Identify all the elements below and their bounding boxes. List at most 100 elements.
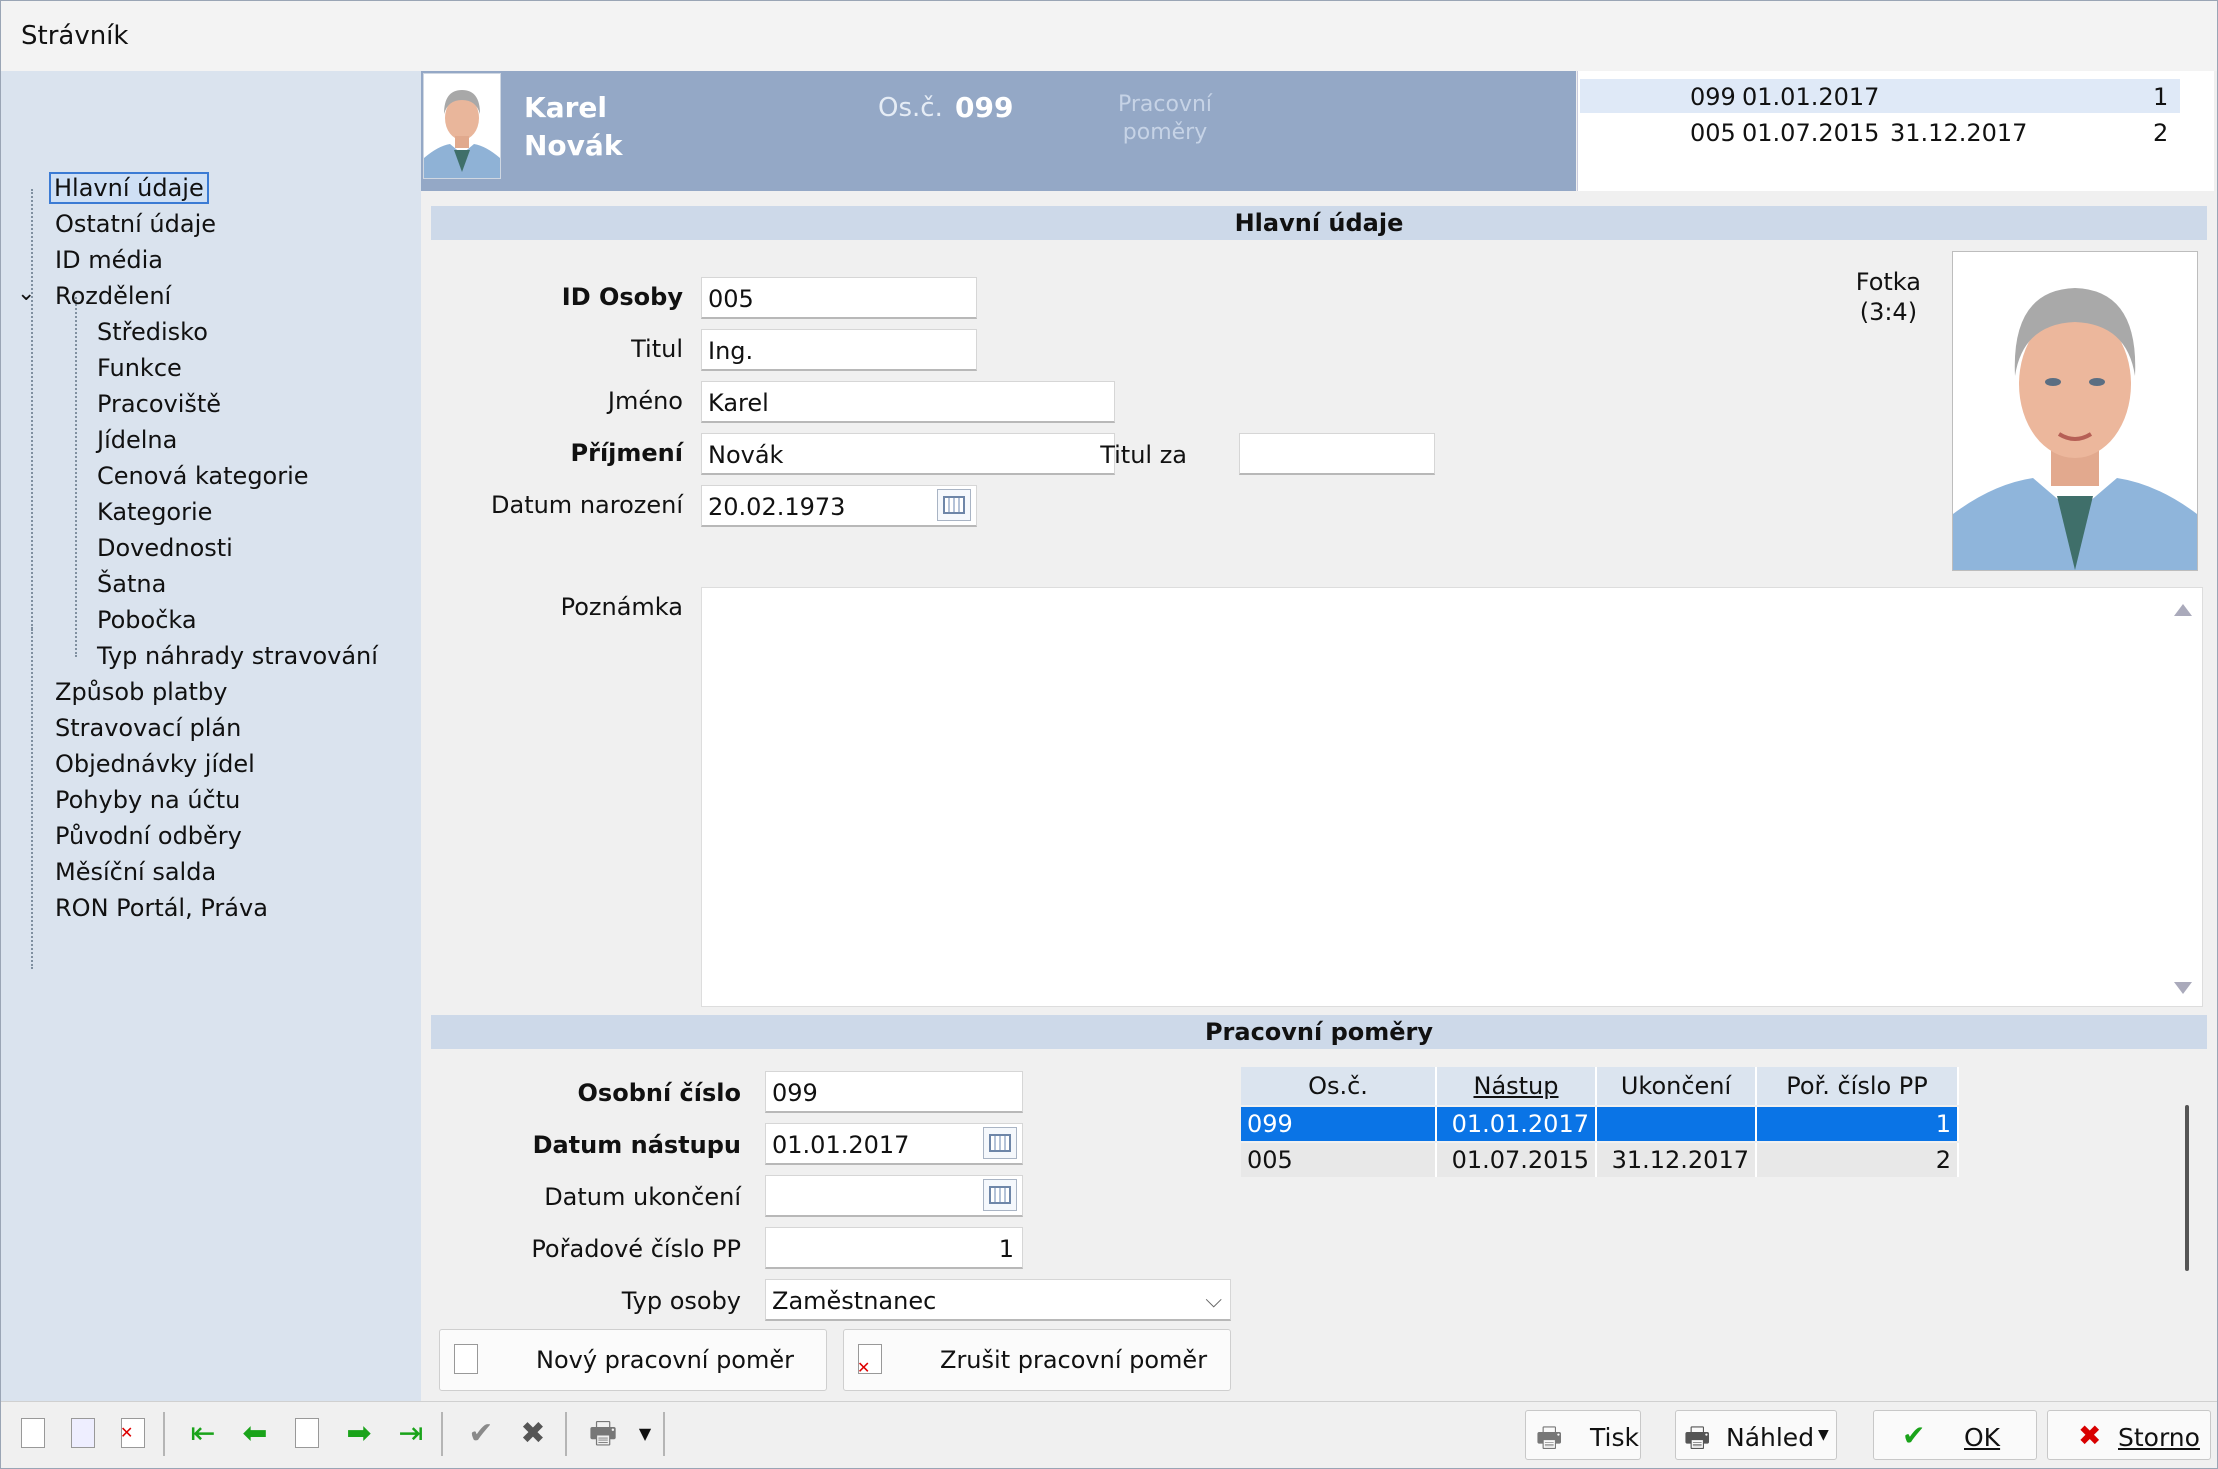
tree-item-id-media[interactable]: ID média [55,243,163,277]
calendar-icon[interactable] [983,1127,1017,1159]
list-item[interactable]: 099 01.01.2017 1 [1580,79,2180,113]
print-dropdown-icon[interactable]: ▼ [627,1416,663,1452]
order-input[interactable]: 1 [765,1227,1023,1269]
printer-icon[interactable]: 🖶 [585,1416,621,1452]
print-button[interactable]: 🖶 Tisk [1525,1410,1641,1460]
cancel-button[interactable]: ✖ Storno [2047,1410,2211,1460]
tree-item-dovednosti[interactable]: Dovednosti [97,531,233,565]
tree-item-zpusob-platby[interactable]: Způsob platby [55,675,227,709]
table-row[interactable]: 099 01.01.2017 1 [1241,1107,1959,1141]
lastname-label: Příjmení [570,439,683,467]
print-label: Tisk [1590,1423,1639,1452]
list-cell: 1 [2153,83,2169,111]
tree-line [31,629,33,969]
tree-line [75,297,77,657]
title-input[interactable]: Ing. [701,329,977,371]
avatar [423,73,501,179]
scroll-up-icon[interactable] [2174,604,2192,616]
table-cell: 2 [1757,1143,1959,1177]
tree-item-pohyby-na-uctu[interactable]: Pohyby na účtu [55,783,240,817]
window-title: Strávník [21,21,129,51]
column-header-os[interactable]: Os.č. [1241,1067,1437,1105]
section-header-employment: Pracovní poměry [431,1015,2207,1049]
find-record-icon[interactable] [289,1416,325,1452]
tree-item-funkce[interactable]: Funkce [97,351,182,385]
table-scrollbar[interactable] [2185,1105,2189,1271]
cancel-employment-button[interactable]: Zrušit pracovní poměr [843,1329,1231,1391]
toolbar-separator [441,1412,443,1456]
new-record-icon[interactable] [15,1416,51,1452]
ok-button[interactable]: ✔ OK [1873,1410,2037,1460]
table-row[interactable]: 005 01.07.2015 31.12.2017 2 [1241,1143,1959,1177]
tree-item-pracoviste[interactable]: Pracoviště [97,387,221,421]
person-type-select[interactable]: Zaměstnanec ⌵ [765,1279,1231,1321]
tree-item-rozdeleni[interactable]: Rozdělení [55,279,171,313]
previous-record-icon[interactable]: ⬅ [237,1416,273,1452]
column-header-end[interactable]: Ukončení [1597,1067,1757,1105]
confirm-record-icon[interactable]: ✔ [463,1416,499,1452]
employment-label: Pracovní poměry [1118,91,1212,147]
birthdate-label: Datum narození [491,491,683,519]
table-cell: 31.12.2017 [1597,1143,1757,1177]
id-input[interactable]: 005 [701,277,977,319]
tree-item-ron-portal[interactable]: RON Portál, Práva [55,891,268,925]
next-record-icon[interactable]: ➡ [341,1416,377,1452]
preview-button[interactable]: 🖶 Náhled ▼ [1675,1410,1837,1460]
firstname-input[interactable]: Karel [701,381,1115,423]
start-date-label: Datum nástupu [532,1131,741,1159]
new-employment-label: Nový pracovní poměr [536,1346,794,1374]
tree-item-stravovaci-plan[interactable]: Stravovací plán [55,711,241,745]
scroll-down-icon[interactable] [2174,982,2192,994]
title-after-label: Titul za [1100,441,1187,469]
delete-record-icon[interactable] [115,1415,151,1452]
printer-icon: 🖶 [1536,1421,1563,1454]
tree-item-kategorie[interactable]: Kategorie [97,495,212,529]
column-header-start[interactable]: Nástup [1437,1067,1597,1105]
list-cell: 01.07.2015 [1742,119,1880,147]
section-header-main: Hlavní údaje [431,206,2207,240]
person-type-value: Zaměstnanec [772,1287,937,1315]
new-employment-button[interactable]: Nový pracovní poměr [439,1329,827,1391]
toolbar-separator [163,1412,165,1456]
tree-item-jidelna[interactable]: Jídelna [97,423,177,457]
application-window: Strávník ⌄ Hlavní údaje Ostatní údaje ID… [0,0,2218,1469]
os-number-input[interactable]: 099 [765,1071,1023,1113]
tree-item-mesicni-salda[interactable]: Měsíční salda [55,855,216,889]
list-item[interactable]: 005 01.07.2015 31.12.2017 2 [1580,115,2180,149]
tree-item-puvodni-odbery[interactable]: Původní odběry [55,819,242,853]
calendar-icon[interactable] [983,1179,1017,1211]
note-textarea[interactable] [701,587,2203,1007]
tree-item-ostatni-udaje[interactable]: Ostatní údaje [55,207,216,241]
table-cell: 099 [1241,1107,1437,1141]
person-header: Karel Novák Os.č. 099 Pracovní poměry [421,71,1576,191]
chevron-down-icon[interactable]: ⌵ [1205,1280,1222,1322]
tree-item-cenova-kategorie[interactable]: Cenová kategorie [97,459,309,493]
tree-item-pobocka[interactable]: Pobočka [97,603,197,637]
list-cell: 2 [2153,119,2169,147]
calendar-icon[interactable] [937,489,971,521]
note-label: Poznámka [560,593,683,621]
tree-item-typ-nahrady[interactable]: Typ náhrady stravování [97,639,378,673]
cancel-label: Storno [2118,1423,2200,1452]
photo-label-line: (3:4) [1859,298,1918,326]
employment-label-line: Pracovní [1118,92,1213,117]
preview-dropdown-icon[interactable]: ▼ [1818,1427,1829,1443]
navigation-tree: ⌄ Hlavní údaje Ostatní údaje ID média Ro… [1,71,421,1401]
last-record-icon[interactable]: ⇥ [393,1416,429,1452]
collapse-chevron-icon[interactable]: ⌄ [17,281,35,306]
birthdate-input[interactable]: 20.02.1973 [701,485,977,527]
last-name-text: Novák [524,129,623,162]
tree-item-satna[interactable]: Šatna [97,567,166,601]
tree-item-objednavky-jidel[interactable]: Objednávky jídel [55,747,255,781]
person-photo[interactable] [1952,251,2198,571]
tree-item-hlavni-udaje[interactable]: Hlavní údaje [49,171,209,205]
discard-record-icon[interactable]: ✖ [515,1416,551,1452]
column-header-order[interactable]: Poř. číslo PP [1757,1067,1959,1105]
lastname-input[interactable]: Novák [701,433,1115,475]
title-after-input[interactable] [1239,433,1435,475]
tree-item-stredisko[interactable]: Středisko [97,315,208,349]
firstname-label: Jméno [607,387,683,415]
person-name: Karel Novák [524,89,622,165]
first-record-icon[interactable]: ⇤ [185,1416,221,1452]
copy-record-icon[interactable] [65,1416,101,1452]
